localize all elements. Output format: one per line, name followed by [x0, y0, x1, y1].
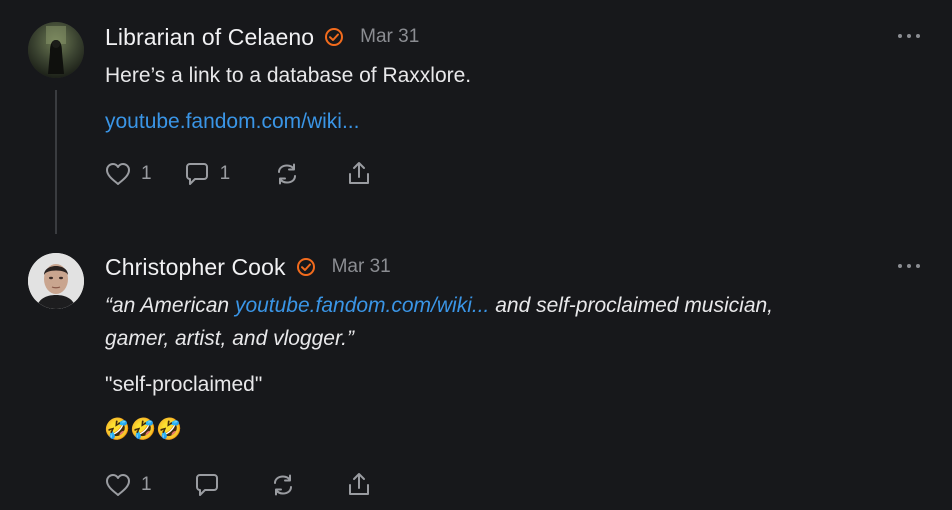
share-button[interactable] — [344, 470, 374, 500]
restack-button[interactable] — [268, 470, 298, 500]
verified-badge-icon — [296, 257, 316, 277]
comment-button[interactable] — [192, 470, 222, 500]
post-link[interactable]: youtube.fandom.com/wiki... — [105, 110, 359, 134]
comment-icon — [195, 474, 218, 496]
post-date[interactable]: Mar 31 — [360, 26, 419, 48]
more-icon[interactable] — [898, 258, 920, 274]
share-button[interactable] — [344, 159, 374, 189]
heart-icon — [106, 474, 130, 496]
more-icon[interactable] — [898, 28, 920, 44]
post-date[interactable]: Mar 31 — [332, 256, 391, 278]
comment-icon — [185, 163, 208, 185]
like-button[interactable]: 1 — [103, 159, 152, 189]
like-count: 1 — [141, 474, 152, 495]
like-button[interactable]: 1 — [103, 470, 152, 500]
avatar-christopher[interactable] — [28, 253, 84, 309]
avatar-librarian[interactable] — [28, 22, 84, 78]
thread-line — [55, 90, 57, 234]
heart-icon — [106, 163, 130, 185]
quote-line-1: “an American youtube.fandom.com/wiki... … — [105, 294, 773, 318]
post-text: Here’s a link to a database of Raxxlore. — [105, 64, 472, 87]
post-actions: 1 1 — [103, 159, 374, 189]
share-icon — [349, 162, 370, 184]
quote-line-2: gamer, artist, and vlogger.” — [105, 327, 355, 350]
author-name[interactable]: Librarian of Celaeno — [105, 24, 314, 51]
restack-button[interactable] — [272, 159, 302, 189]
restack-icon — [278, 163, 297, 185]
like-count: 1 — [141, 163, 152, 184]
post-header: Librarian of Celaeno Mar 31 — [105, 23, 419, 51]
restack-icon — [273, 474, 292, 496]
comment-button[interactable]: 1 — [182, 159, 231, 189]
emoji-reaction: 🤣🤣🤣 — [104, 418, 183, 441]
quote-link[interactable]: youtube.fandom.com/wiki... — [235, 294, 489, 317]
post-text: "self-proclaimed" — [105, 373, 263, 396]
post-actions: 1 — [103, 470, 374, 500]
share-icon — [348, 473, 369, 495]
quote-rest: and self-proclaimed musician, — [489, 294, 774, 317]
post-header: Christopher Cook Mar 31 — [105, 253, 391, 281]
author-name[interactable]: Christopher Cook — [105, 254, 286, 281]
reply-count: 1 — [219, 163, 231, 184]
verified-badge-icon — [324, 27, 344, 47]
quote-open: “an American — [105, 294, 235, 317]
